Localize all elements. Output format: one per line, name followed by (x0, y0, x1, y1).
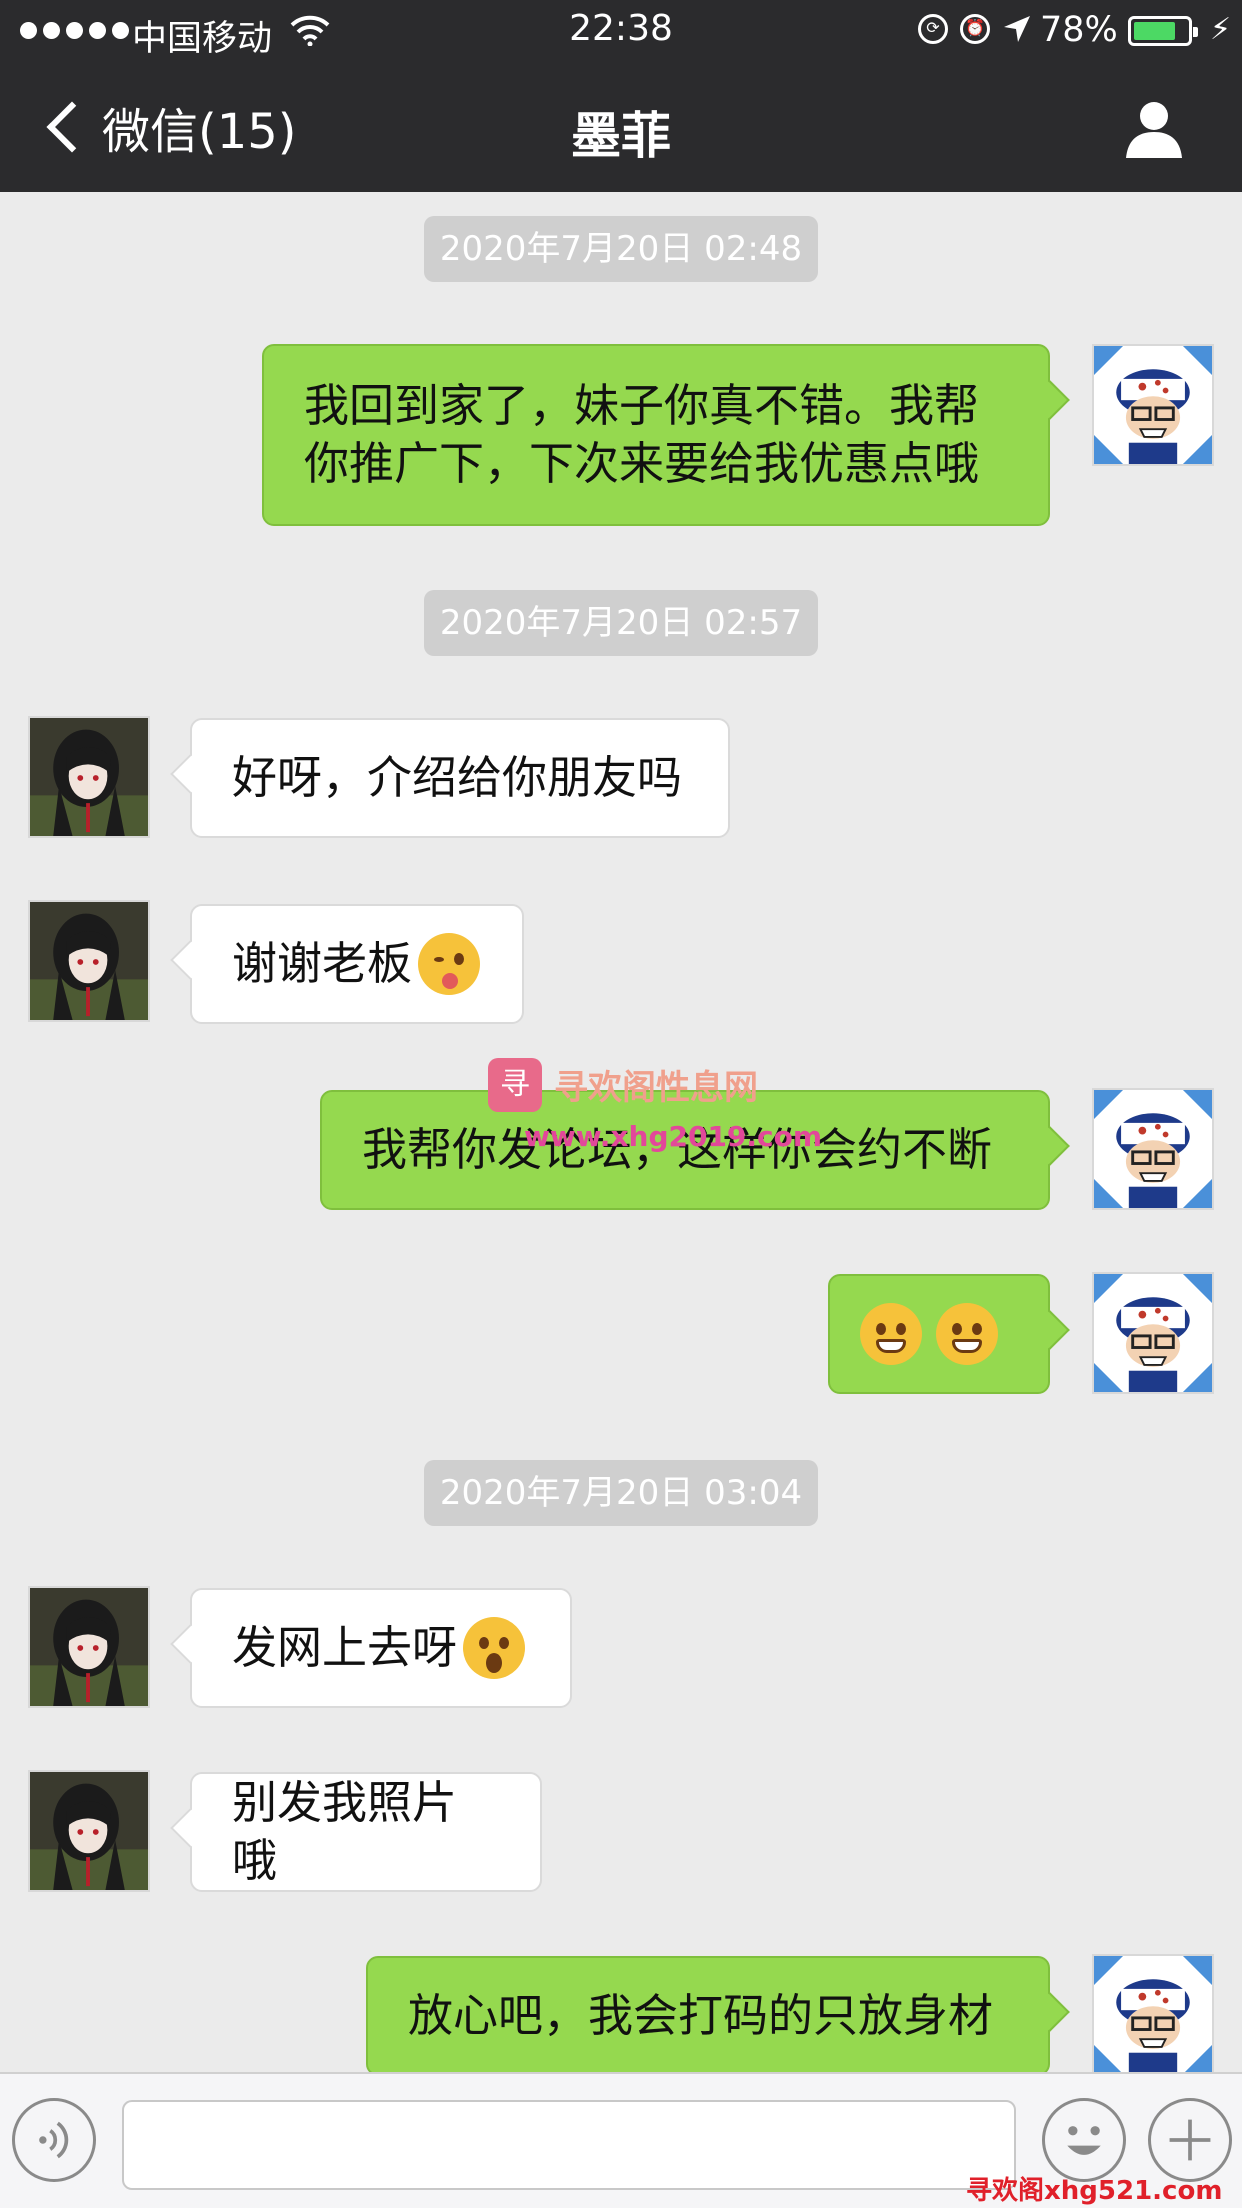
contact-avatar[interactable] (28, 1586, 150, 1708)
message-bubble-incoming[interactable]: 谢谢老板 (190, 904, 524, 1024)
message-text: 别发我照片哦 (232, 1776, 458, 1887)
message-bubble-outgoing[interactable]: 我回到家了，妹子你真不错。我帮 你推广下，下次来要给我优惠点哦 (262, 344, 1050, 526)
my-avatar[interactable] (1092, 1088, 1214, 1210)
message-input[interactable] (122, 2100, 1016, 2190)
grin-emoji-icon (860, 1303, 922, 1365)
timestamp: 2020年7月20日 02:57 (0, 590, 1242, 656)
contact-avatar[interactable] (28, 1770, 150, 1892)
timestamp: 2020年7月20日 02:48 (0, 216, 1242, 282)
my-avatar[interactable] (1092, 1272, 1214, 1394)
message-bubble-incoming[interactable]: 好呀，介绍给你朋友吗 (190, 718, 730, 838)
status-bar: 中国移动 22:38 ⟳ ⏰ 78% ⚡ (0, 0, 1242, 62)
grin-emoji-icon (936, 1303, 998, 1365)
alarm-icon: ⏰ (960, 14, 990, 44)
message-text: 你推广下，下次来要给我优惠点哦 (304, 437, 980, 490)
watermark-url: www.xhg2019.com (524, 1120, 823, 1153)
battery-icon (1128, 16, 1198, 46)
surprised-emoji-icon (463, 1617, 526, 1679)
message-text: 放心吧，我会打码的只放身材 (408, 1989, 994, 2042)
watermark: 寻 寻欢阁性息网 www.xhg2019.com (488, 1052, 822, 1162)
wink-tongue-emoji-icon (418, 933, 481, 995)
message-text: 好呀，介绍给你朋友吗 (232, 751, 683, 804)
top-bar: 中国移动 22:38 ⟳ ⏰ 78% ⚡ 微信(15) 墨菲 (0, 0, 1242, 192)
message-text: 发网上去呀 (232, 1621, 458, 1674)
message-text: 谢谢老板 (232, 937, 413, 990)
my-avatar[interactable] (1092, 1954, 1214, 2076)
watermark-logo: 寻 (488, 1058, 542, 1112)
message-bubble-incoming[interactable]: 发网上去呀 (190, 1588, 572, 1708)
rotation-lock-icon: ⟳ (918, 14, 948, 44)
message-text: 我回到家了，妹子你真不错。我帮 (304, 379, 980, 432)
charging-icon: ⚡ (1210, 12, 1232, 47)
contact-avatar[interactable] (28, 900, 150, 1022)
timestamp: 2020年7月20日 03:04 (0, 1460, 1242, 1526)
message-bubble-outgoing[interactable] (828, 1274, 1050, 1394)
message-bubble-incoming[interactable]: 别发我照片哦 (190, 1772, 542, 1892)
profile-button[interactable] (1122, 96, 1186, 160)
nav-bar: 微信(15) 墨菲 (0, 62, 1242, 192)
my-avatar[interactable] (1092, 344, 1214, 466)
location-icon (1004, 16, 1030, 42)
watermark-title: 寻欢阁性息网 (554, 1068, 758, 1108)
contact-avatar[interactable] (28, 716, 150, 838)
chat-title: 墨菲 (571, 107, 671, 165)
corner-watermark: 寻欢阁xhg521.com (966, 2176, 1223, 2206)
message-bubble-outgoing[interactable]: 放心吧，我会打码的只放身材 (366, 1956, 1050, 2076)
voice-input-button[interactable] (12, 2098, 96, 2182)
battery-percent: 78% (1040, 10, 1118, 50)
